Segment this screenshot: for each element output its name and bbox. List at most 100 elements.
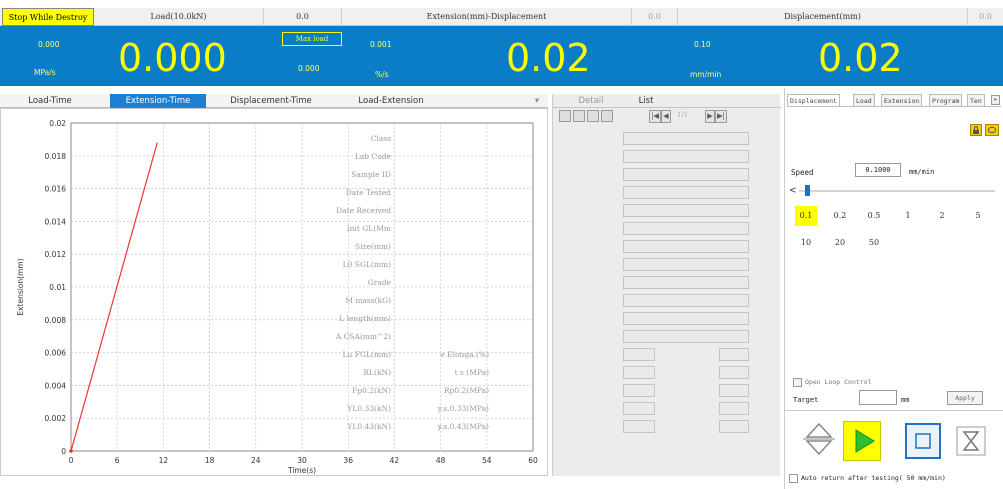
load-range-label: Load(10.0kN)	[94, 8, 264, 26]
open-record-icon[interactable]	[573, 110, 585, 122]
detail-field-input[interactable]	[623, 186, 749, 199]
page-indicator: 1/1	[677, 111, 689, 119]
detail-pair-right-input[interactable]	[719, 366, 749, 379]
tab-scroll-icon[interactable]: ▸	[991, 95, 1000, 105]
detail-tabs: Detail List	[553, 94, 781, 108]
y-tick-label: 0.016	[45, 185, 67, 194]
x-tick-label: 0	[69, 456, 74, 465]
y-tick-label: 0.002	[45, 414, 67, 423]
speed-preset-button[interactable]: 20	[829, 233, 851, 253]
next-page-button[interactable]: ▶	[705, 110, 715, 123]
detail-field-input[interactable]	[623, 222, 749, 235]
y-tick-label: 0.006	[45, 349, 67, 358]
crosshead-move-button[interactable]	[799, 421, 839, 457]
y-tick-label: 0.004	[45, 381, 67, 390]
detail-field-label: L0 SGL(mm)	[342, 260, 391, 269]
speed-unit: mm/min	[909, 168, 935, 176]
apply-button[interactable]: Apply	[947, 391, 983, 405]
detail-field-input[interactable]	[623, 204, 749, 217]
chart-tabs: Load-Time Extension-Time Displacement-Ti…	[0, 94, 548, 108]
prev-page-button[interactable]: ◀	[661, 110, 671, 123]
detail-field-input[interactable]	[623, 276, 749, 289]
detail-field-input[interactable]	[623, 168, 749, 181]
x-tick-label: 48	[436, 456, 446, 465]
y-tick-label: 0.014	[45, 217, 67, 226]
speed-input[interactable]: 0.1000	[855, 163, 901, 177]
x-tick-label: 18	[205, 456, 215, 465]
detail-pair-right-label: e Elonga.(%)	[440, 350, 489, 359]
detail-field-label: Date Received	[336, 206, 391, 215]
detail-pair-right-input[interactable]	[719, 420, 749, 433]
detail-field-input[interactable]	[623, 312, 749, 325]
stop-while-destroy-toggle[interactable]: Stop While Destroy	[2, 8, 94, 26]
tab-load-time[interactable]: Load-Time	[18, 94, 82, 108]
tab-displacement[interactable]: Displacement	[787, 94, 840, 106]
detail-field-input[interactable]	[623, 330, 749, 343]
last-page-button[interactable]: ▶|	[715, 110, 727, 123]
max-load-label[interactable]: Max load	[282, 32, 342, 46]
y-tick-label: 0.02	[49, 119, 66, 128]
speed-preset-button[interactable]: 0.1	[795, 206, 817, 226]
detail-field-label: A CSA(mm^2)	[335, 332, 391, 341]
save-record-icon[interactable]	[587, 110, 599, 122]
detail-pair-right-input[interactable]	[719, 348, 749, 361]
detail-pair-left-input[interactable]	[623, 348, 655, 361]
detail-pair-left-input[interactable]	[623, 366, 655, 379]
chart-tab-menu-icon[interactable]: ▾	[530, 94, 544, 108]
tab-detail[interactable]: Detail	[571, 94, 611, 108]
detail-pair-left-input[interactable]	[623, 402, 655, 415]
start-test-button[interactable]	[843, 421, 881, 461]
stop-test-button[interactable]	[905, 423, 941, 459]
speed-slider-track[interactable]	[799, 190, 995, 192]
tab-displacement-time[interactable]: Displacement-Time	[222, 94, 320, 108]
open-loop-checkbox[interactable]	[793, 378, 802, 387]
detail-pair-left-input[interactable]	[623, 384, 655, 397]
detail-pair-right-label: y.s.0.43(MPa)	[437, 422, 489, 431]
slider-left-icon[interactable]: <	[789, 186, 797, 196]
tab-ten[interactable]: Ten	[967, 94, 985, 106]
detail-pair-right-input[interactable]	[719, 402, 749, 415]
detail-field-input[interactable]	[623, 258, 749, 271]
speed-preset-button[interactable]: 2	[931, 206, 953, 226]
target-input[interactable]	[859, 390, 897, 405]
speed-preset-button[interactable]: 10	[795, 233, 817, 253]
load-big-value: 0.000	[118, 36, 227, 80]
tab-list[interactable]: List	[631, 94, 661, 108]
print-record-icon[interactable]	[601, 110, 613, 122]
x-tick-label: 30	[297, 456, 307, 465]
load-rate-value: 0.000	[38, 40, 60, 49]
detail-field-label: Class	[370, 134, 391, 143]
detail-pair-left-input[interactable]	[623, 420, 655, 433]
detail-field-input[interactable]	[623, 150, 749, 163]
tab-extension-time[interactable]: Extension-Time	[110, 94, 206, 108]
detail-field-input[interactable]	[623, 294, 749, 307]
y-tick-label: 0.008	[45, 316, 67, 325]
new-record-icon[interactable]	[559, 110, 571, 122]
detail-pair-right-input[interactable]	[719, 384, 749, 397]
speed-slider-thumb[interactable]	[805, 185, 810, 196]
detail-pair-left-label: Lu FGL(mm)	[342, 350, 391, 359]
speed-preset-button[interactable]: 5	[967, 206, 989, 226]
detail-field-label: Sample ID	[351, 170, 391, 179]
displacement-big-value: 0.02	[818, 36, 903, 80]
tab-load[interactable]: Load	[853, 94, 875, 106]
hourglass-icon	[956, 426, 986, 456]
lock-icon[interactable]	[970, 124, 982, 136]
speed-preset-button[interactable]: 0.5	[863, 206, 885, 226]
tab-program[interactable]: Program	[929, 94, 963, 106]
control-tabs: Displacement Load Extension Program Ten …	[787, 94, 1001, 107]
detail-field-label: Size(mm)	[354, 242, 391, 251]
tab-extension[interactable]: Extension	[881, 94, 923, 106]
speed-preset-button[interactable]: 1	[897, 206, 919, 226]
detail-pair-right-label: Rp0.2(MPa)	[443, 386, 489, 395]
load-rate-unit: MPa/s	[34, 68, 56, 77]
tab-load-extension[interactable]: Load-Extension	[346, 94, 436, 108]
first-page-button[interactable]: |◀	[649, 110, 661, 123]
auto-return-checkbox[interactable]	[789, 474, 798, 483]
speed-preset-button[interactable]: 0.2	[829, 206, 851, 226]
detail-field-input[interactable]	[623, 132, 749, 145]
detail-field-input[interactable]	[623, 240, 749, 253]
hourglass-button[interactable]	[953, 423, 989, 459]
speed-preset-button[interactable]: 50	[863, 233, 885, 253]
link-icon[interactable]	[985, 124, 999, 136]
